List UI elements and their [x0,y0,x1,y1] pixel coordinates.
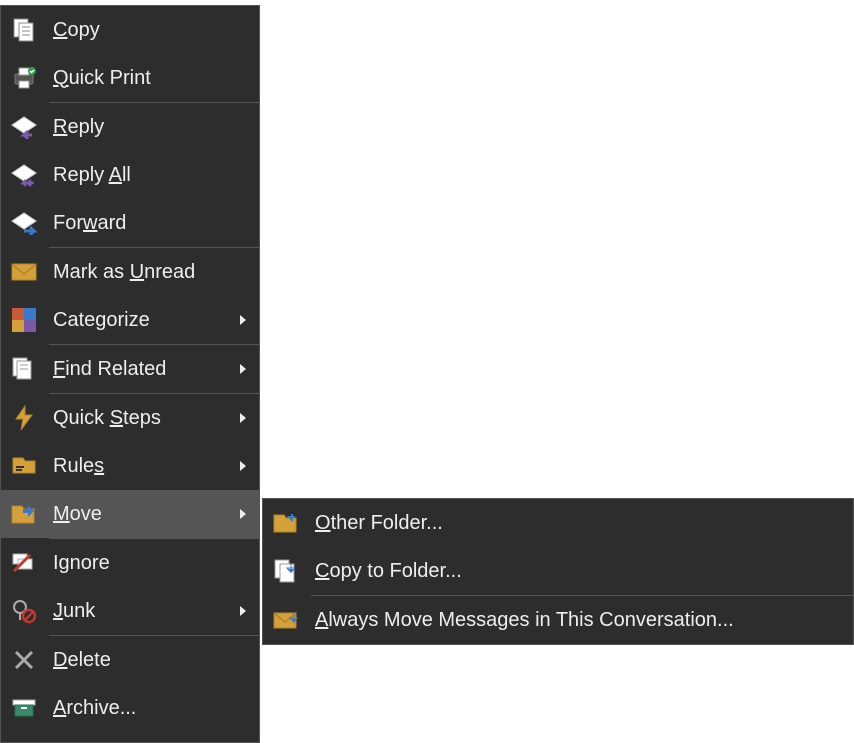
move-submenu: Other Folder... Copy to Folder... Always M… [262,498,854,645]
delete-label: Delete [53,649,259,672]
context-menu: Copy Quick Print Reply Reply All Forward Mark… [0,5,260,743]
submenu-arrow-icon [239,412,247,424]
junk-label: Junk [53,600,259,623]
copy-icon [9,15,39,45]
mark-unread-label: Mark as Unread [53,261,259,284]
menu-item-archive[interactable]: Archive... [1,684,259,732]
move-icon [9,499,39,529]
menu-item-reply[interactable]: Reply [1,103,259,151]
other-folder-label: Other Folder... [315,512,853,535]
submenu-arrow-icon [239,460,247,472]
ignore-icon [9,548,39,578]
quick-print-label: Quick Print [53,67,259,90]
menu-item-move[interactable]: Move [1,490,259,538]
forward-label: Forward [53,212,259,235]
reply-all-label: Reply All [53,164,259,187]
always-move-label: Always Move Messages in This Conversatio… [315,609,853,632]
menu-item-forward[interactable]: Forward [1,199,259,247]
mark-unread-icon [9,257,39,287]
always-move-icon [271,605,301,635]
reply-all-icon [9,160,39,190]
submenu-arrow-icon [239,508,247,520]
menu-item-categorize[interactable]: Categorize [1,296,259,344]
archive-label: Archive... [53,697,259,720]
submenu-arrow-icon [239,314,247,326]
menu-item-rules[interactable]: Rules [1,442,259,490]
submenu-item-copy-folder[interactable]: Copy to Folder... [263,547,853,595]
forward-icon [9,208,39,238]
find-related-label: Find Related [53,358,259,381]
delete-icon [9,645,39,675]
quick-print-icon [9,63,39,93]
categorize-label: Categorize [53,309,259,332]
junk-icon [9,596,39,626]
submenu-arrow-icon [239,363,247,375]
submenu-item-always-move[interactable]: Always Move Messages in This Conversatio… [263,596,853,644]
move-label: Move [53,503,259,526]
menu-item-quick-steps[interactable]: Quick Steps [1,394,259,442]
copy-label: Copy [53,19,259,42]
submenu-arrow-icon [239,605,247,617]
menu-item-reply-all[interactable]: Reply All [1,151,259,199]
rules-icon [9,451,39,481]
rules-label: Rules [53,455,259,478]
quick-steps-icon [9,403,39,433]
other-folder-icon [271,508,301,538]
reply-label: Reply [53,116,259,139]
find-related-icon [9,354,39,384]
quick-steps-label: Quick Steps [53,407,259,430]
archive-icon [9,693,39,723]
categorize-icon [9,305,39,335]
menu-item-quick-print[interactable]: Quick Print [1,54,259,102]
menu-item-ignore[interactable]: Ignore [1,539,259,587]
menu-item-junk[interactable]: Junk [1,587,259,635]
menu-item-copy[interactable]: Copy [1,6,259,54]
menu-item-delete[interactable]: Delete [1,636,259,684]
reply-icon [9,112,39,142]
menu-item-mark-unread[interactable]: Mark as Unread [1,248,259,296]
ignore-label: Ignore [53,552,259,575]
copy-folder-label: Copy to Folder... [315,560,853,583]
copy-folder-icon [271,556,301,586]
menu-item-find-related[interactable]: Find Related [1,345,259,393]
submenu-item-other-folder[interactable]: Other Folder... [263,499,853,547]
